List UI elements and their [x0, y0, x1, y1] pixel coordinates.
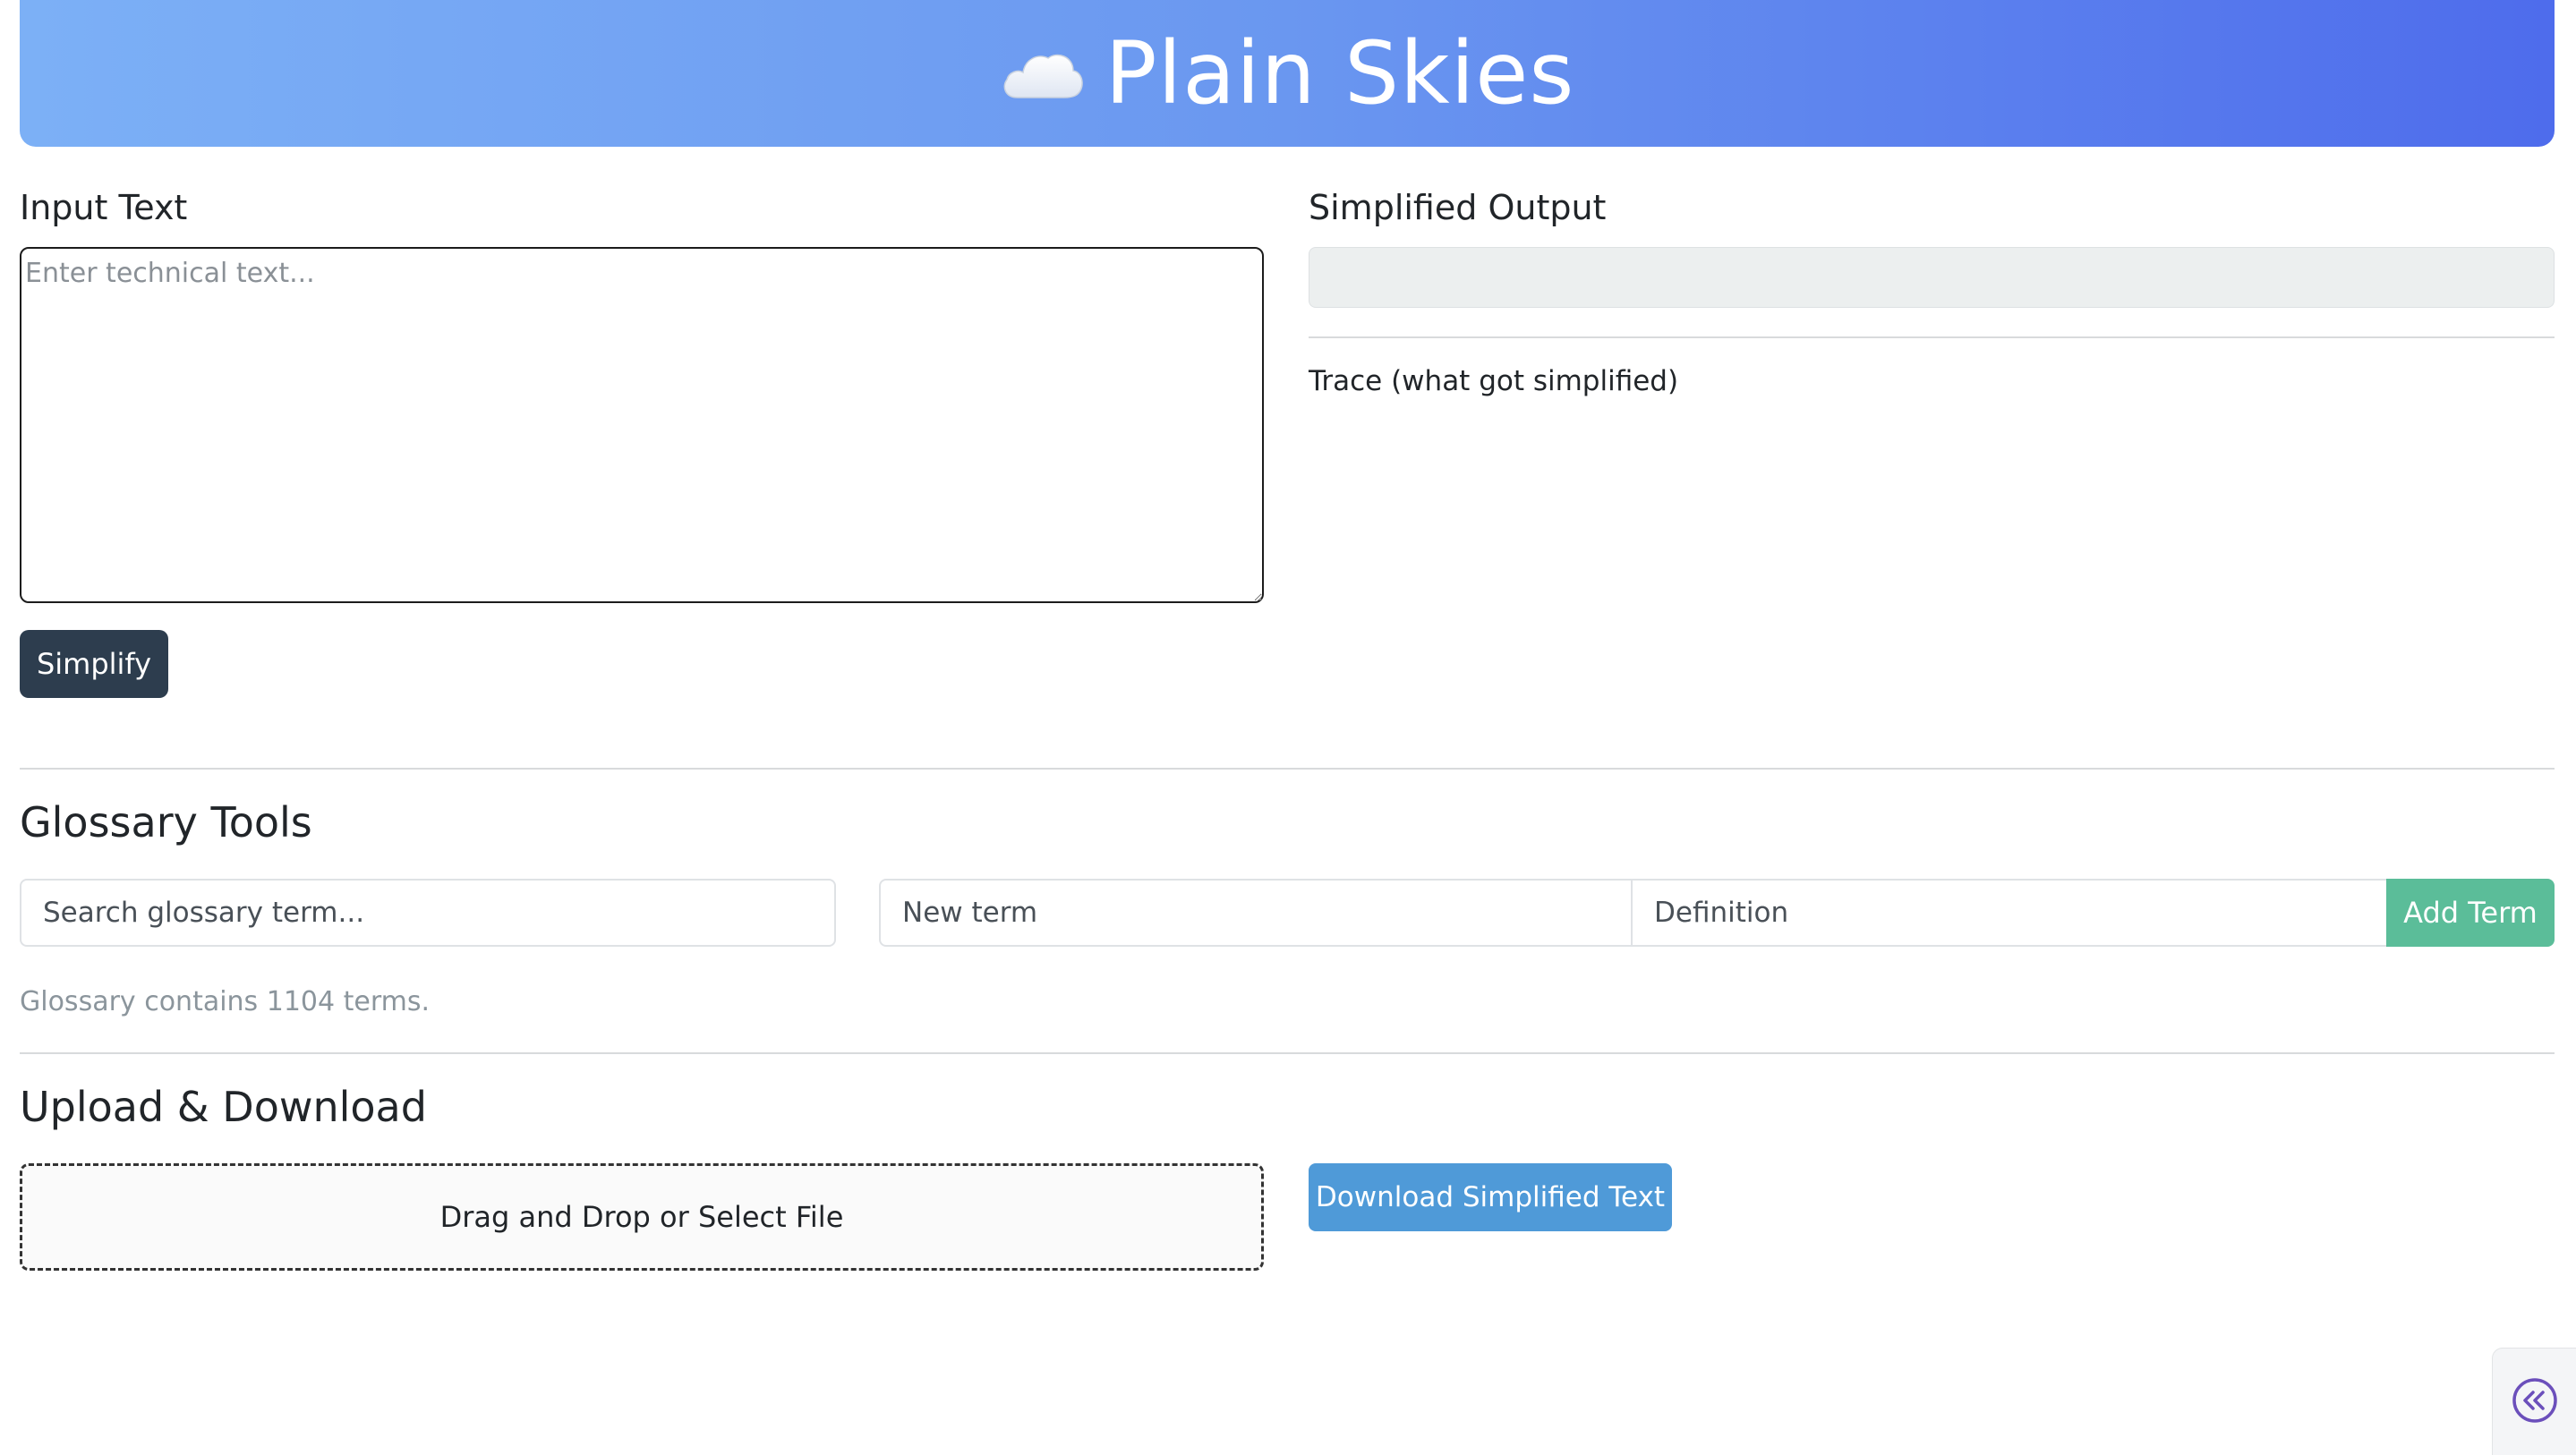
glossary-search-input[interactable] [20, 879, 836, 947]
double-chevron-left-icon [2511, 1376, 2559, 1428]
add-term-button[interactable]: Add Term [2386, 879, 2555, 947]
cloud-icon [1000, 46, 1086, 101]
sidebar-toggle[interactable] [2492, 1348, 2576, 1455]
file-dropzone[interactable]: Drag and Drop or Select File [20, 1163, 1264, 1271]
glossary-status: Glossary contains 1104 terms. [20, 986, 431, 1017]
glossary-heading: Glossary Tools [20, 798, 312, 847]
upload-heading: Upload & Download [20, 1083, 427, 1131]
simplified-output-box [1309, 247, 2555, 308]
trace-label: Trace (what got simplified) [1309, 365, 1679, 397]
app-title: Plain Skies [1105, 23, 1575, 123]
input-textarea[interactable] [20, 247, 1264, 603]
app-header: Plain Skies [20, 0, 2555, 147]
definition-input[interactable] [1631, 879, 2388, 947]
new-term-input[interactable] [879, 879, 1633, 947]
simplified-output-label: Simplified Output [1309, 188, 1607, 227]
app-page: Plain Skies Input Text Simplify Simplifi… [0, 0, 2576, 1455]
output-divider [1309, 336, 2555, 338]
download-button[interactable]: Download Simplified Text [1309, 1163, 1672, 1231]
input-text-label: Input Text [20, 188, 188, 227]
section-divider-2 [20, 1052, 2555, 1054]
section-divider [20, 768, 2555, 770]
simplify-button[interactable]: Simplify [20, 630, 168, 698]
dropzone-text: Drag and Drop or Select File [439, 1200, 844, 1234]
